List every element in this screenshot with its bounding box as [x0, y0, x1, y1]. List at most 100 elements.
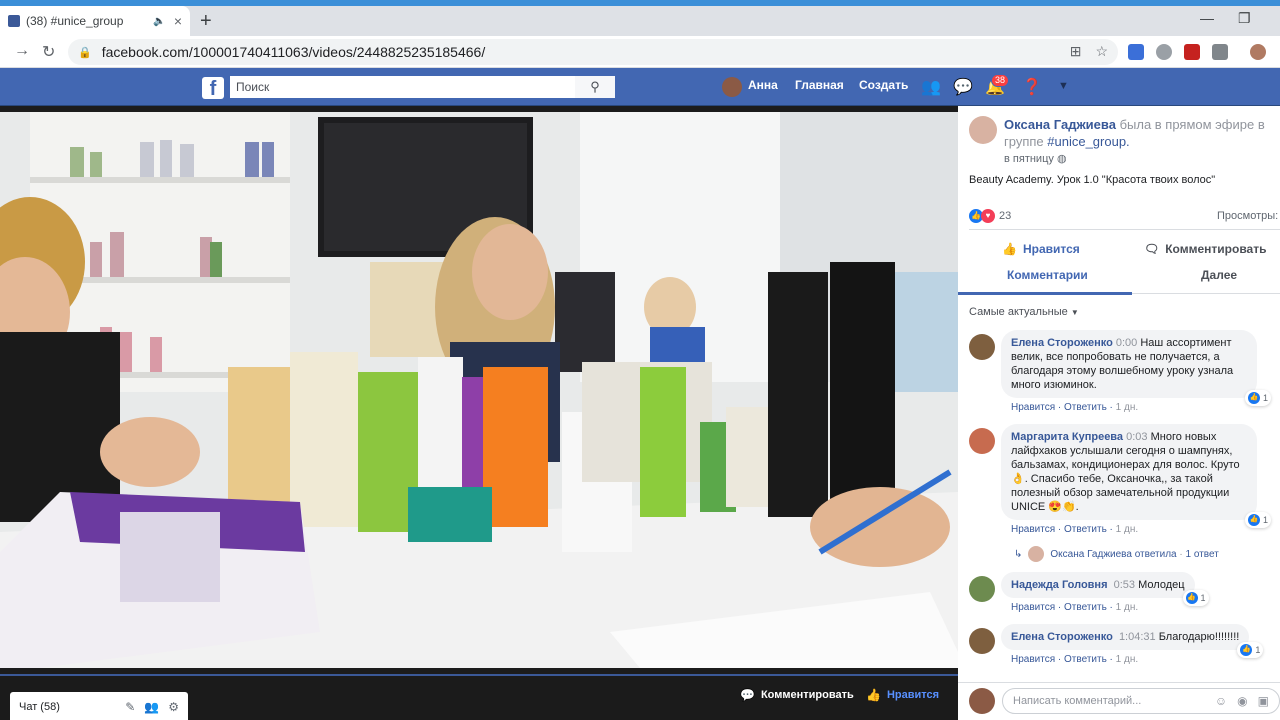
extension-globe-icon[interactable] — [1156, 44, 1172, 60]
comment-text: Много новых лайфхаков услышали сегодня о… — [1011, 431, 1240, 513]
url-text[interactable]: facebook.com/100001740411063/videos/2448… — [102, 44, 486, 60]
emoji-icon[interactable]: ☺ — [1215, 694, 1227, 708]
comment-date[interactable]: 1 дн. — [1116, 402, 1138, 413]
translate-icon[interactable]: ⊞ — [1070, 43, 1082, 60]
commenter-avatar[interactable] — [969, 576, 995, 602]
user-avatar[interactable] — [722, 77, 742, 97]
bookmark-star-icon[interactable]: ☆ — [1095, 43, 1108, 60]
comment-like-count[interactable]: 👍 1 — [1244, 390, 1271, 406]
video-comment-button[interactable]: 💬 Комментировать — [740, 688, 854, 702]
commenter-avatar[interactable] — [969, 334, 995, 360]
facebook-logo[interactable]: f — [202, 77, 224, 100]
extension-grid-icon[interactable] — [1212, 44, 1228, 60]
comment-reply-action[interactable]: Ответить — [1064, 654, 1107, 665]
post-header: Оксана Гаджиева была в прямом эфире в гр… — [1004, 116, 1274, 150]
comment-actions: Нравится · Ответить · 1 дн. — [1011, 402, 1139, 413]
comment-date[interactable]: 1 дн. — [1116, 602, 1138, 613]
reply-author-avatar — [1028, 546, 1045, 562]
comment-like-action[interactable]: Нравится — [1011, 402, 1055, 413]
comment-like-count[interactable]: 👍 1 — [1182, 590, 1209, 606]
audience-globe-icon: ◍ — [1056, 153, 1067, 165]
commenter-name[interactable]: Маргарита Купреева — [1011, 431, 1123, 443]
omnibox[interactable]: 🔒 facebook.com/100001740411063/videos/24… — [68, 39, 1118, 65]
comment-like-count[interactable]: 👍 1 — [1237, 642, 1264, 658]
post-comment-button[interactable]: 🗨 Комментировать — [1144, 242, 1266, 256]
comment-like-action[interactable]: Нравится — [1011, 602, 1055, 613]
author-avatar[interactable] — [969, 116, 997, 144]
camera-icon[interactable]: ◉ — [1237, 694, 1247, 708]
comment-item: Елена Стороженко 1:04:31 Благодарю!!!!!!… — [969, 624, 1269, 665]
like-reaction-icon: 👍 — [1240, 644, 1253, 656]
reload-icon[interactable]: ↻ — [42, 42, 55, 62]
chat-box[interactable]: Чат (58) ✎ 👥 ⚙ — [10, 692, 188, 720]
maximize-icon[interactable]: ❐ — [1238, 10, 1251, 27]
commenter-name[interactable]: Елена Стороженко — [1011, 631, 1113, 643]
search-icon: ⚲ — [590, 79, 600, 94]
extension-pdf-icon[interactable] — [1184, 44, 1200, 60]
minimize-icon[interactable]: — — [1200, 10, 1214, 26]
post-description: Beauty Academy. Урок 1.0 "Красота твоих … — [969, 174, 1216, 186]
video-frame-illustration — [0, 112, 958, 668]
chevron-down-icon: ▼ — [1070, 308, 1079, 317]
author-name[interactable]: Оксана Гаджиева — [1004, 117, 1116, 132]
friends-icon[interactable]: 👥 — [921, 77, 941, 97]
browser-tab[interactable]: (38) #unice_group 🔈 × — [0, 6, 190, 36]
comment-reply-action[interactable]: Ответить — [1064, 602, 1107, 613]
extension-d-icon[interactable] — [1128, 44, 1144, 60]
tab-more[interactable]: Далее — [1201, 268, 1237, 282]
home-link[interactable]: Главная — [795, 78, 844, 92]
comment-timestamp[interactable]: 0:53 — [1114, 579, 1135, 591]
commenter-avatar[interactable] — [969, 428, 995, 454]
comment-timestamp[interactable]: 1:04:31 — [1119, 631, 1156, 643]
comment-sort-dropdown[interactable]: Самые актуальные ▼ — [969, 306, 1079, 318]
create-link[interactable]: Создать — [859, 78, 908, 92]
close-tab-button[interactable]: × — [174, 13, 182, 29]
search-button[interactable]: ⚲ — [575, 76, 615, 98]
chat-settings-gear-icon[interactable]: ⚙ — [168, 700, 179, 714]
post-like-button[interactable]: 👍 Нравится — [1002, 242, 1080, 256]
comment-like-action[interactable]: Нравится — [1011, 524, 1055, 535]
profile-avatar[interactable] — [1250, 44, 1266, 60]
commenter-name[interactable]: Елена Стороженко — [1011, 337, 1113, 349]
comment-timestamp[interactable]: 0:03 — [1126, 431, 1147, 443]
comment-timestamp[interactable]: 0:00 — [1116, 337, 1137, 349]
user-name-link[interactable]: Анна — [748, 78, 778, 92]
commenter-name[interactable]: Надежда Головня — [1011, 579, 1108, 591]
comment-date[interactable]: 1 дн. — [1116, 524, 1138, 535]
compose-icon[interactable]: ✎ — [125, 700, 135, 714]
replies-summary[interactable]: ↳ Оксана Гаджиева ответила · 1 ответ — [1014, 546, 1219, 562]
comment-reply-action[interactable]: Ответить — [1064, 524, 1107, 535]
comment-actions: Нравится · Ответить · 1 дн. — [1011, 602, 1139, 613]
comment-reply-action[interactable]: Ответить — [1064, 402, 1107, 413]
comment-like-action[interactable]: Нравится — [1011, 654, 1055, 665]
back-arrow-icon[interactable]: → — [14, 42, 30, 60]
audio-playing-icon[interactable]: 🔈 — [153, 16, 165, 27]
chat-label[interactable]: Чат (58) — [19, 701, 125, 713]
comment-input-box[interactable]: ☺ ◉ ▣ — [1002, 688, 1280, 714]
group-link[interactable]: #unice_group. — [1047, 134, 1129, 149]
video-comment-label: Комментировать — [760, 689, 854, 701]
search-input[interactable] — [230, 76, 575, 98]
video-container: Чат (58) ✎ 👥 ⚙ 💬 Комментировать 👍 Нравит… — [0, 106, 958, 720]
comment-bubble: Елена Стороженко 0:00 Наш ассортимент ве… — [1001, 330, 1271, 406]
new-tab-button[interactable]: + — [200, 10, 212, 33]
comment-input-bar: ☺ ◉ ▣ — [958, 682, 1280, 720]
add-people-icon[interactable]: 👥 — [144, 700, 159, 714]
comment-date[interactable]: 1 дн. — [1116, 654, 1138, 665]
video-like-button[interactable]: 👍 Нравится — [866, 688, 939, 702]
help-icon[interactable]: ❓ — [1022, 77, 1042, 97]
tab-comments[interactable]: Комментарии — [1007, 268, 1088, 282]
views-count: Просмотры: 1 — [1217, 210, 1280, 222]
comment-like-count[interactable]: 👍 1 — [1244, 512, 1271, 528]
messenger-icon[interactable]: 💬 — [953, 77, 973, 97]
commenter-avatar[interactable] — [969, 628, 995, 654]
video-like-label: Нравится — [886, 689, 940, 701]
post-time[interactable]: в пятницу ◍ — [1004, 152, 1067, 165]
comment-bubble: Надежда Головня 0:53 Молодец 👍 1 — [1001, 572, 1209, 606]
thumbs-up-icon: 👍 — [1002, 242, 1017, 256]
comment-input[interactable] — [1013, 695, 1215, 707]
video-player[interactable] — [0, 112, 958, 668]
reactions-summary[interactable]: 👍 ♥ 23 — [969, 209, 1011, 223]
gif-icon[interactable]: ▣ — [1258, 694, 1269, 708]
account-menu-chevron-icon[interactable]: ▼ — [1058, 80, 1069, 92]
